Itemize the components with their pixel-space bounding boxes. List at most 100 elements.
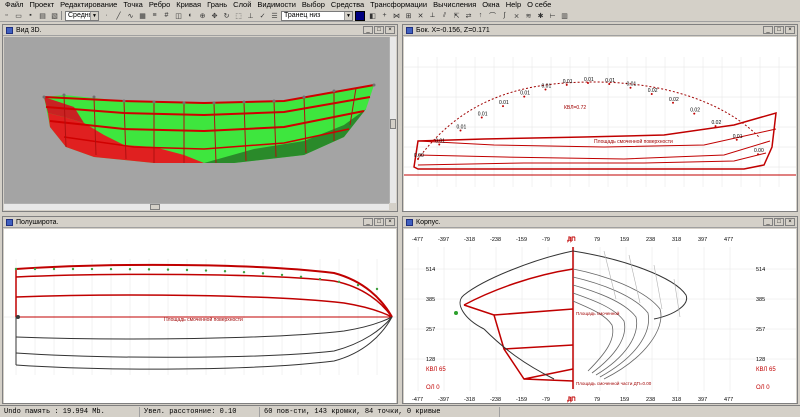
body-tick-label: -397	[438, 237, 449, 243]
window-titlebar[interactable]: Бок. X=-0.156, Z=0.171 _ □ ×	[403, 25, 797, 36]
plan-canvas[interactable]: Площадь смоченной поверхности	[4, 229, 396, 403]
menu-item[interactable]: Трансформации	[367, 0, 430, 10]
window-title: Бок. X=-0.156, Z=0.171	[416, 26, 490, 34]
scrollbar-thumb[interactable]	[390, 119, 396, 129]
window-side[interactable]: Бок. X=-0.156, Z=0.171 _ □ × 0.00 0.01 0.0…	[402, 24, 798, 212]
body-y-tick-label: 257	[426, 327, 435, 333]
window-body[interactable]: Корпус. _ □ × -477 -397 -318 -238 -159 -79 ДП 7…	[402, 216, 798, 404]
window-title: Вид 3D.	[16, 26, 42, 34]
edges-icon[interactable]: ╱	[113, 11, 124, 21]
star-icon[interactable]: ✱	[535, 11, 546, 21]
print-icon[interactable]: ▤	[37, 11, 48, 21]
menu-item[interactable]: Грань	[204, 0, 230, 10]
body-tick-label: 79	[594, 397, 600, 403]
rotate-icon[interactable]: ↻	[221, 11, 232, 21]
transom-icon[interactable]: ⊥	[245, 11, 256, 21]
color-picker-icon[interactable]: ◧	[367, 11, 378, 21]
window-titlebar[interactable]: Корпус. _ □ ×	[403, 217, 797, 228]
menu-item[interactable]: Ребро	[146, 0, 173, 10]
points-icon[interactable]: ·	[101, 11, 112, 21]
body-y-tick-label: 385	[426, 297, 435, 303]
hydro-icon[interactable]: ≋	[523, 11, 534, 21]
minimize-icon[interactable]: _	[763, 26, 773, 34]
curve-icon[interactable]: ∫	[499, 11, 510, 21]
side-canvas[interactable]: 0.00 0.01 0.01 0.01 0.01 0.01 0.01 0.01 0.01 0.01…	[404, 37, 796, 211]
layer-icon[interactable]: ≡	[149, 11, 160, 21]
view3d-canvas[interactable]	[4, 37, 389, 203]
minimize-icon[interactable]: _	[363, 26, 373, 34]
minimize-icon[interactable]: _	[763, 218, 773, 226]
body-tick-label: -238	[490, 397, 501, 403]
delete-icon[interactable]: ✕	[415, 11, 426, 21]
connect-icon[interactable]: ⟂	[427, 11, 438, 21]
plan-point	[318, 277, 322, 281]
horizontal-scrollbar[interactable]	[4, 203, 389, 210]
station-point	[417, 158, 419, 160]
close-icon[interactable]: ×	[385, 26, 395, 34]
flip-icon[interactable]: ⇄	[463, 11, 474, 21]
chevron-down-icon[interactable]: ▼	[344, 11, 352, 20]
split-icon[interactable]: ⫽	[439, 11, 450, 21]
mirror-icon[interactable]: ◫	[173, 11, 184, 21]
view-select[interactable]: Транец низ ▼	[281, 10, 353, 21]
ol-label-right: ОЛ 0	[756, 385, 770, 391]
window-titlebar[interactable]: Полуширота. _ □ ×	[3, 217, 397, 228]
new-file-icon[interactable]: ▫	[1, 11, 12, 21]
new-point-icon[interactable]: +	[379, 11, 390, 21]
grid-icon[interactable]: #	[161, 11, 172, 21]
zoom-icon[interactable]: ⊕	[197, 11, 208, 21]
window-view3d[interactable]: Вид 3D. _ □ ×	[2, 24, 398, 212]
menu-item[interactable]: Кривая	[173, 0, 204, 10]
close-icon[interactable]: ×	[785, 218, 795, 226]
body-y-tick-label: 257	[756, 327, 765, 333]
scrollbar-thumb[interactable]	[150, 204, 160, 210]
maximize-icon[interactable]: □	[374, 218, 384, 226]
close-icon[interactable]: ×	[785, 26, 795, 34]
surface-icon[interactable]: ▦	[137, 11, 148, 21]
color-swatch[interactable]	[355, 10, 365, 21]
menu-item[interactable]: Точка	[120, 0, 146, 10]
menu-item[interactable]: Редактирование	[57, 0, 120, 10]
vertical-scrollbar[interactable]	[389, 37, 396, 203]
calc-icon[interactable]: ▥	[559, 11, 570, 21]
plan-point	[90, 267, 94, 271]
intersect-icon[interactable]: ⨯	[511, 11, 522, 21]
chevron-down-icon[interactable]: ▼	[90, 11, 98, 20]
curves-icon[interactable]: ∿	[125, 11, 136, 21]
normal-icon[interactable]: ↑	[475, 11, 486, 21]
collapse-icon[interactable]: ⋈	[391, 11, 402, 21]
export-icon[interactable]: ▧	[49, 11, 60, 21]
menu-item[interactable]: Средства	[328, 0, 367, 10]
pan-icon[interactable]: ✥	[209, 11, 220, 21]
maximize-icon[interactable]: □	[774, 26, 784, 34]
check-icon[interactable]: ✓	[257, 11, 268, 21]
menu-item[interactable]: Help	[503, 0, 524, 10]
minimize-icon[interactable]: _	[363, 218, 373, 226]
select-icon[interactable]: ⬚	[233, 11, 244, 21]
precision-select[interactable]: Средняя ▼	[65, 10, 99, 21]
measure-icon[interactable]: ⊢	[547, 11, 558, 21]
menu-item[interactable]: Видимости	[254, 0, 298, 10]
extrude-icon[interactable]: ⇱	[451, 11, 462, 21]
shade-icon[interactable]: ◐	[185, 11, 196, 21]
close-icon[interactable]: ×	[385, 218, 395, 226]
maximize-icon[interactable]: □	[774, 218, 784, 226]
menu-item[interactable]: Вычисления	[430, 0, 479, 10]
menu-item[interactable]: Окна	[479, 0, 502, 10]
status-zoom: Увел. расстояние: 0.10	[140, 406, 260, 417]
menu-item[interactable]: О себе	[524, 0, 554, 10]
menu-item[interactable]: Слой	[230, 0, 254, 10]
menu-item[interactable]: Файл	[2, 0, 26, 10]
save-icon[interactable]: ▪	[25, 11, 36, 21]
lines-icon[interactable]: ☰	[269, 11, 280, 21]
body-canvas[interactable]: -477 -397 -318 -238 -159 -79 ДП 79 159 238 318 397 4…	[404, 229, 796, 403]
window-titlebar[interactable]: Вид 3D. _ □ ×	[3, 25, 397, 36]
menu-item[interactable]: Выбор	[299, 0, 328, 10]
insert-icon[interactable]: ⊞	[403, 11, 414, 21]
crease-icon[interactable]: ⌒	[487, 11, 498, 21]
menu-item[interactable]: Проект	[26, 0, 57, 10]
body-tick-label: -397	[438, 397, 449, 403]
window-plan[interactable]: Полуширота. _ □ × Площадь смоченной пове…	[2, 216, 398, 404]
maximize-icon[interactable]: □	[374, 26, 384, 34]
open-folder-icon[interactable]: ▭	[13, 11, 24, 21]
